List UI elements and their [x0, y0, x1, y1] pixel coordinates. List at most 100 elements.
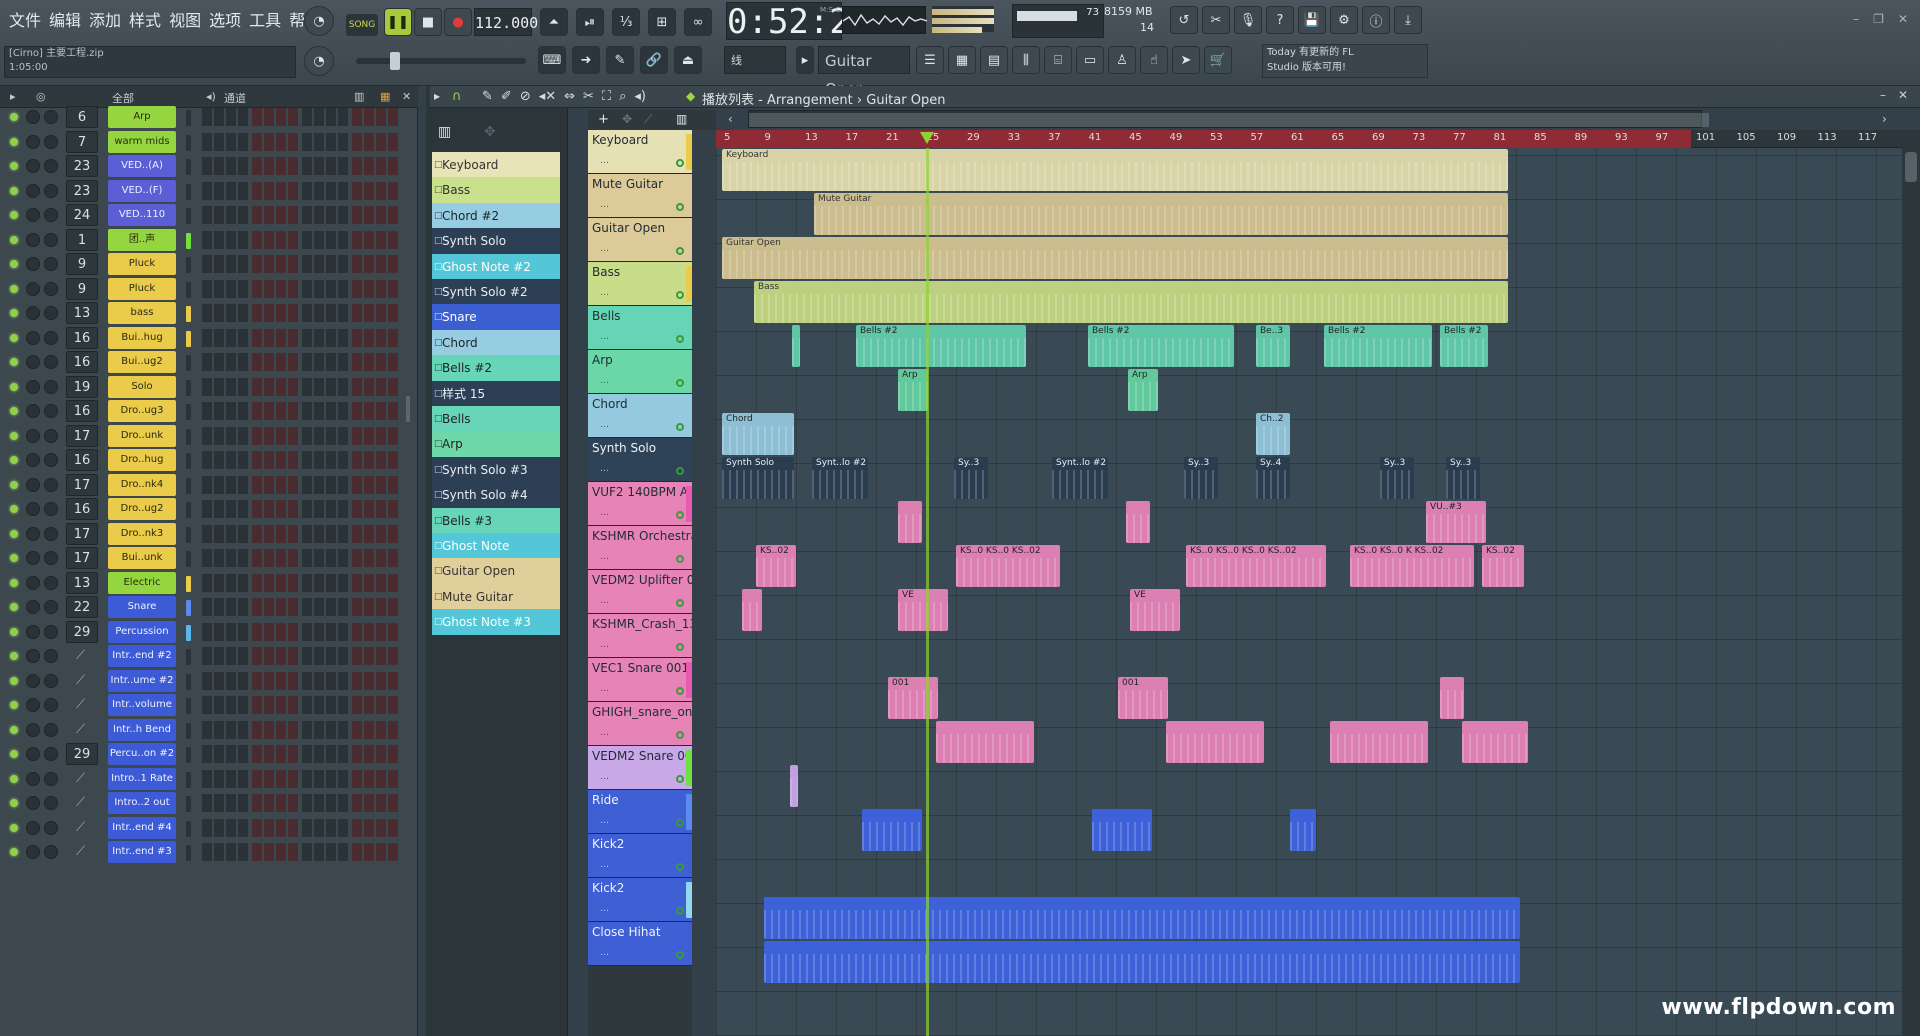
mixer-track-number[interactable]: 19 [66, 375, 98, 398]
volume-knob[interactable] [44, 502, 58, 516]
cut-icon[interactable]: ✂ [1202, 6, 1230, 34]
volume-knob[interactable] [44, 355, 58, 369]
channel-name-button[interactable]: Bui..hug [108, 326, 176, 349]
channel-led[interactable] [10, 456, 18, 464]
volume-knob[interactable] [44, 232, 58, 247]
chevron-right-icon[interactable]: ▸ [434, 89, 440, 103]
volume-knob[interactable] [44, 673, 58, 688]
channel-select-indicator[interactable] [186, 722, 191, 739]
playlist-clip[interactable]: Sy..3 [954, 457, 988, 499]
pattern-item[interactable]: Ghost Note [432, 533, 560, 559]
channel-name-button[interactable]: warm mids [108, 130, 176, 153]
playlist-clip[interactable] [898, 501, 922, 543]
channel-select-indicator[interactable] [186, 281, 191, 298]
playlist-clip[interactable] [1092, 809, 1152, 851]
playlist-clip[interactable]: VU..#3 [1426, 501, 1486, 543]
picker-icon[interactable]: ▥ [676, 112, 687, 126]
pan-knob[interactable] [26, 845, 40, 859]
playlist-clip[interactable]: KS..0 KS..0 KS..02 [956, 545, 1060, 587]
track-mute-icon[interactable] [676, 643, 684, 651]
mixer-track-number[interactable]: 16 [66, 449, 98, 471]
pattern-item[interactable]: Mute Guitar [432, 583, 560, 610]
volume-knob[interactable] [44, 477, 58, 492]
pan-knob[interactable] [26, 306, 40, 320]
track-header[interactable]: Close Hihat… [588, 922, 692, 966]
menu-item[interactable]: 添加 [86, 10, 124, 32]
channel-led[interactable] [10, 652, 18, 660]
channel-select-indicator[interactable] [186, 330, 191, 347]
pan-knob[interactable] [26, 257, 40, 271]
volume-knob[interactable] [44, 208, 58, 222]
save-icon[interactable]: 💾 [1298, 6, 1326, 34]
pattern-item[interactable]: Bass [432, 177, 560, 204]
channel-name-button[interactable]: Dro..hug [108, 449, 176, 471]
mixer-track-number[interactable]: 16 [66, 326, 98, 349]
pattern-item[interactable]: Arp [432, 431, 560, 458]
pan-knob[interactable] [26, 159, 40, 173]
draw-icon[interactable]: ✎ [482, 89, 493, 104]
playlist-clip[interactable]: Sy..4 [1256, 457, 1290, 499]
track-mute-icon[interactable] [676, 467, 684, 475]
playlist-clip[interactable]: Arp [1128, 369, 1158, 411]
blend-notes-icon[interactable]: ⊞ [648, 8, 676, 36]
magnet-icon[interactable]: ∩ [452, 89, 462, 104]
track-header[interactable]: KSHMR Orchestra C..… [588, 526, 692, 570]
pattern-item[interactable]: Snare [432, 304, 560, 331]
volume-knob[interactable] [44, 281, 58, 296]
volume-knob[interactable] [44, 428, 58, 443]
slip-icon[interactable]: ⇔ [564, 89, 575, 104]
chevron-left-icon[interactable]: ‹ [728, 112, 733, 126]
volume-knob[interactable] [44, 134, 58, 149]
pan-knob[interactable] [26, 649, 40, 663]
pattern-item[interactable]: Synth Solo [432, 228, 560, 255]
channel-led[interactable] [10, 627, 18, 636]
scrollbar-thumb[interactable] [1905, 152, 1917, 182]
mixer-track-number[interactable]: 16 [66, 351, 98, 373]
channel-led[interactable] [10, 848, 18, 856]
volume-knob[interactable] [44, 306, 58, 320]
metronome-icon[interactable]: ⏶ [540, 8, 568, 36]
pan-knob[interactable] [26, 477, 40, 492]
select-icon[interactable]: ⛶ [602, 89, 611, 104]
channel-row[interactable]: ⟋ Intr..end #3 [0, 837, 418, 867]
playlist-clip[interactable]: Sy..3 [1380, 457, 1414, 499]
playlist-icon[interactable]: ☰ [916, 46, 944, 74]
playlist-clip[interactable] [764, 897, 1520, 939]
volume-knob[interactable] [44, 698, 58, 712]
mixer-track-number[interactable]: 29 [66, 743, 98, 765]
track-header[interactable]: Arp… [588, 350, 692, 394]
volume-knob[interactable] [44, 600, 58, 614]
channel-select-indicator[interactable] [186, 159, 191, 175]
pan-knob[interactable] [26, 796, 40, 810]
playlist-clip[interactable] [1440, 677, 1464, 719]
step-sequencer[interactable] [202, 255, 398, 273]
playback-icon[interactable]: ◂) [634, 89, 646, 104]
step-sequencer[interactable] [202, 108, 398, 126]
pattern-item[interactable]: 样式 15 [432, 380, 560, 407]
volume-knob[interactable] [44, 379, 58, 394]
playhead-marker[interactable] [920, 132, 934, 144]
playlist-clip[interactable] [742, 589, 762, 631]
mixer-track-number[interactable]: 6 [66, 106, 98, 128]
track-mute-icon[interactable] [676, 203, 684, 211]
chevron-right-icon[interactable]: ▸ [796, 46, 814, 74]
mixer-track-number[interactable]: 23 [66, 179, 98, 202]
volume-knob[interactable] [44, 453, 58, 467]
playlist-clip[interactable]: VE [1130, 589, 1180, 631]
channel-select-indicator[interactable] [186, 796, 191, 812]
overview-selection[interactable] [749, 113, 1709, 127]
wait-input-icon[interactable]: ⏯ [576, 8, 604, 36]
channel-led[interactable] [10, 211, 18, 219]
channel-led[interactable] [10, 162, 18, 170]
channel-led[interactable] [10, 333, 18, 342]
playlist-clip[interactable]: Bells #2 [856, 325, 1026, 367]
step-sequencer[interactable] [202, 230, 398, 249]
pattern-item[interactable]: Bells #2 [432, 355, 560, 382]
channel-select-indicator[interactable] [186, 771, 191, 788]
playlist-clip[interactable]: Sy..3 [1184, 457, 1218, 499]
pan-knob[interactable] [26, 526, 40, 541]
step-sequencer[interactable] [202, 500, 398, 518]
track-header[interactable]: VEC1 Snare 001… [588, 658, 692, 702]
channel-led[interactable] [10, 774, 18, 783]
track-header[interactable]: Mute Guitar… [588, 174, 692, 218]
